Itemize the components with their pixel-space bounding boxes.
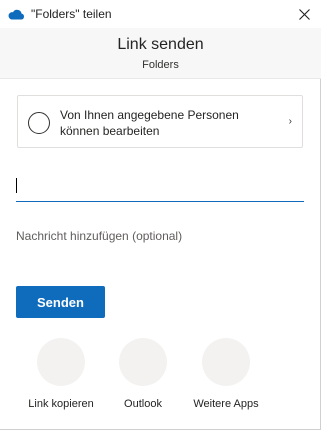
message-input[interactable]	[16, 226, 304, 246]
permission-radio-icon	[28, 112, 50, 134]
permission-text: Von Ihnen angegebene Personen können bea…	[60, 108, 239, 138]
close-icon	[298, 8, 310, 20]
chevron-right-icon: ›	[288, 116, 292, 127]
link-permissions-button[interactable]: Von Ihnen angegebene Personen können bea…	[17, 95, 303, 148]
text-cursor	[16, 178, 17, 193]
copy-link-icon	[37, 338, 85, 386]
recipient-input[interactable]	[16, 172, 304, 202]
title-bar: "Folders" teilen	[0, 0, 321, 28]
header-title: Link senden	[117, 36, 204, 53]
share-dialog: "Folders" teilen Link senden Folders Von…	[0, 0, 321, 430]
window-title: "Folders" teilen	[31, 7, 112, 21]
copy-link-option[interactable]: Link kopieren	[16, 338, 106, 418]
copy-link-label: Link kopieren	[28, 398, 94, 410]
send-button[interactable]: Senden	[16, 286, 105, 318]
outlook-option[interactable]: Outlook	[98, 338, 188, 418]
dialog-header: Link senden Folders	[0, 28, 321, 79]
more-apps-icon	[202, 338, 250, 386]
close-button[interactable]	[293, 3, 315, 25]
onedrive-cloud-icon	[8, 9, 25, 20]
outlook-icon	[119, 338, 167, 386]
more-apps-label: Weitere Apps	[193, 398, 259, 410]
outlook-label: Outlook	[124, 398, 162, 410]
header-subtitle: Folders	[142, 59, 179, 71]
more-apps-option[interactable]: Weitere Apps	[181, 338, 271, 418]
